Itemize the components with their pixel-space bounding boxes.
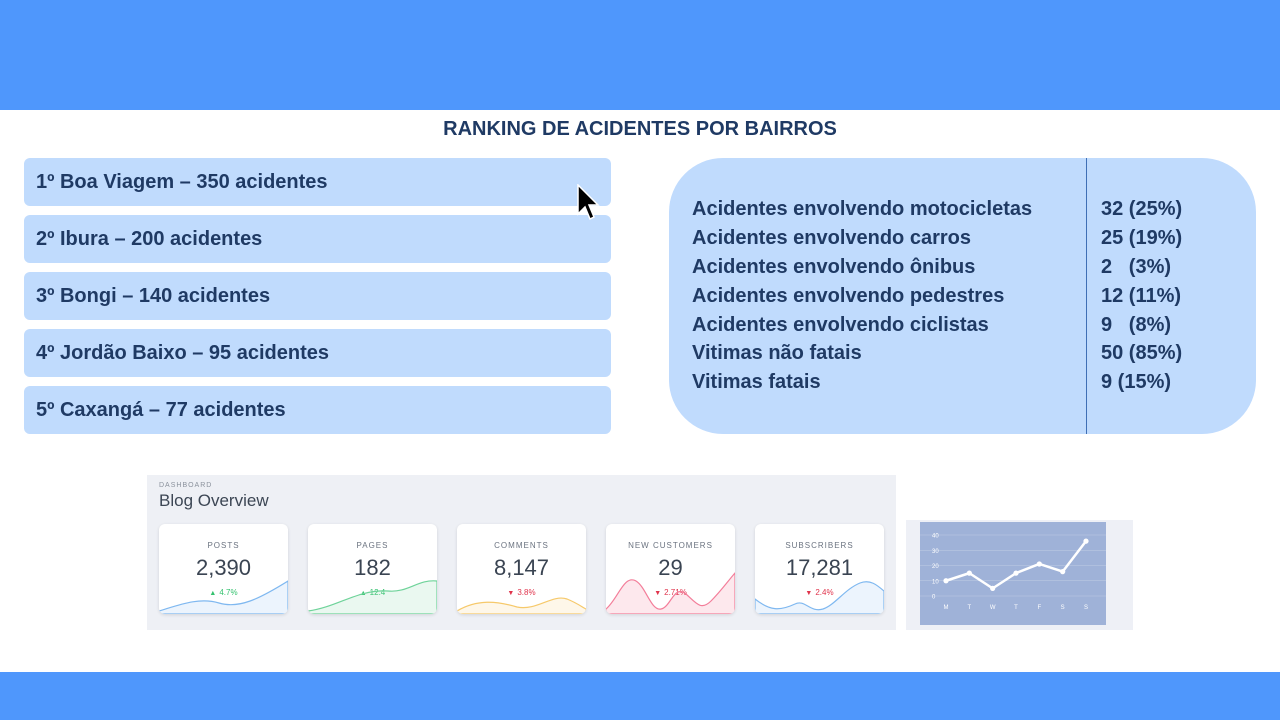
ranking-item-3: 3º Bongi – 140 acidentes	[24, 272, 611, 320]
data-point	[1013, 570, 1019, 576]
card-label: NEW CUSTOMERS	[628, 541, 713, 550]
stat-value-pedestrians: 12 (11%)	[1101, 285, 1182, 307]
ranking-item-4: 4º Jordão Baixo – 95 acidentes	[24, 329, 611, 377]
y-tick-label: 30	[932, 549, 939, 555]
data-point	[1036, 561, 1042, 567]
card-label: PAGES	[356, 541, 389, 550]
y-tick-label: 20	[932, 564, 939, 570]
x-tick-label: W	[990, 605, 996, 611]
stat-card-new-customers: NEW CUSTOMERS 29 ▼ 2.71%	[606, 524, 735, 614]
sparkline	[159, 580, 288, 614]
stat-card-subscribers: SUBSCRIBERS 17,281 ▼ 2.4%	[755, 524, 884, 614]
bottom-banner	[0, 672, 1280, 720]
mouse-pointer-icon	[577, 184, 600, 221]
stat-label-nonfatal: Vitimas não fatais	[692, 342, 862, 364]
dashboard-screenshot: DASHBOARD Blog Overview POSTS 2,390 ▲ 4.7…	[147, 475, 896, 630]
stat-card-pages: PAGES 182 ▲ 12.4	[308, 524, 437, 614]
ranking-item-1: 1º Boa Viagem – 350 acidentes	[24, 158, 611, 206]
stat-label-cars: Acidentes envolvendo carros	[692, 227, 971, 249]
data-point	[990, 585, 996, 591]
top-banner	[0, 0, 1280, 110]
ranking-item-5: 5º Caxangá – 77 acidentes	[24, 386, 611, 434]
sparkline	[308, 580, 437, 614]
stats-panel: Acidentes envolvendo motocicletas 32 (25…	[669, 158, 1256, 434]
page-title: RANKING DE ACIDENTES POR BAIRROS	[443, 118, 837, 140]
sparkline	[755, 581, 884, 614]
x-tick-label: M	[944, 605, 949, 611]
x-tick-label: S	[1084, 605, 1088, 611]
stat-value-cars: 25 (19%)	[1101, 227, 1183, 249]
stat-value-cyclists: 9 (8%)	[1101, 314, 1172, 336]
x-tick-label: T	[1014, 605, 1018, 611]
sparkline	[457, 597, 586, 614]
card-label: COMMENTS	[494, 541, 549, 550]
stat-value-nonfatal: 50 (85%)	[1101, 342, 1183, 364]
data-point	[1060, 569, 1066, 575]
stat-value-motorcycles: 32 (25%)	[1101, 198, 1183, 220]
stat-card-posts: POSTS 2,390 ▲ 4.7%	[159, 524, 288, 614]
stat-label-cyclists: Acidentes envolvendo ciclistas	[692, 314, 989, 336]
card-label: SUBSCRIBERS	[785, 541, 854, 550]
data-point	[966, 570, 972, 576]
stat-label-fatal: Vitimas fatais	[692, 371, 821, 393]
stat-value-fatal: 9 (15%)	[1101, 371, 1172, 393]
x-tick-label: F	[1037, 605, 1041, 611]
stats-divider	[1086, 158, 1087, 434]
x-tick-label: T	[967, 605, 971, 611]
stat-label-buses: Acidentes envolvendo ônibus	[692, 256, 976, 278]
stat-value-buses: 2 (3%)	[1101, 256, 1172, 278]
stat-card-comments: COMMENTS 8,147 ▼ 3.8%	[457, 524, 586, 614]
ranking-item-2: 2º Ibura – 200 acidentes	[24, 215, 611, 263]
data-point	[1083, 538, 1089, 544]
line-chart-svg: 010203040M T W T F S S	[920, 522, 1106, 625]
mini-line-chart: 0 10 20 30 40 M T W T F S S	[906, 520, 1133, 630]
stat-label-motorcycles: Acidentes envolvendo motocicletas	[692, 198, 1033, 220]
card-label: POSTS	[207, 541, 240, 550]
dashboard-kicker: DASHBOARD	[159, 482, 213, 489]
x-tick-label: S	[1061, 605, 1065, 611]
y-tick-label: 40	[932, 534, 939, 540]
data-point	[943, 578, 949, 584]
y-tick-label: 10	[932, 579, 939, 585]
dashboard-title: Blog Overview	[159, 491, 269, 510]
stat-label-pedestrians: Acidentes envolvendo pedestres	[692, 285, 1005, 307]
sparkline	[606, 572, 735, 614]
